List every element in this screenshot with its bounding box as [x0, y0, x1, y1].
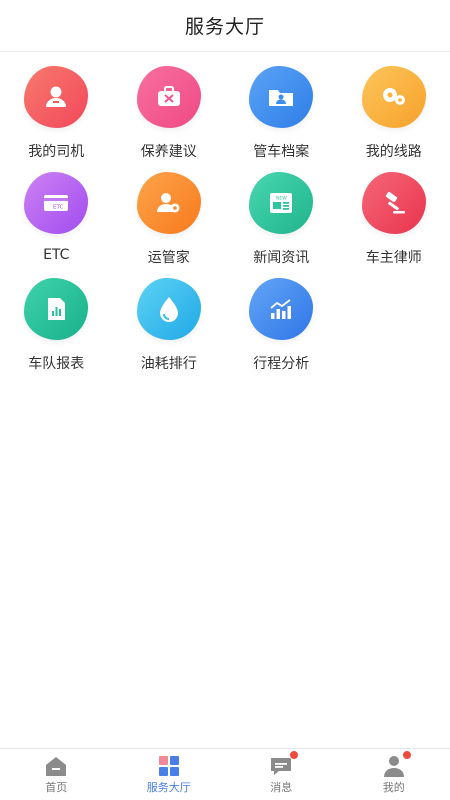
service-fleet-report[interactable]: 车队报表 — [0, 278, 113, 384]
service-vehicle-archive[interactable]: 管车档案 — [225, 66, 338, 172]
grid-icon — [157, 755, 181, 777]
tab-messages[interactable]: 消息 — [225, 749, 338, 800]
report-icon — [24, 278, 89, 340]
service-label: 新闻资讯 — [253, 250, 310, 266]
service-maintenance[interactable]: 保养建议 — [113, 66, 226, 172]
svg-text:ETC: ETC — [53, 205, 64, 211]
bottom-tab-bar: 首页 服务大厅 消息 我的 — [0, 748, 450, 800]
toolbox-icon — [136, 66, 201, 128]
service-yunguanjia[interactable]: 运管家 — [113, 172, 226, 278]
service-etc[interactable]: ETC ETC — [0, 172, 113, 278]
message-icon — [269, 749, 300, 777]
page-title: 服务大厅 — [184, 16, 265, 38]
folder-icon — [249, 66, 314, 128]
tab-home[interactable]: 首页 — [0, 749, 113, 800]
service-my-route[interactable]: 我的线路 — [338, 66, 450, 172]
service-news[interactable]: NEW 新闻资讯 — [225, 172, 338, 278]
service-label: 车主律师 — [365, 250, 422, 266]
service-label: ETC — [43, 247, 70, 263]
fuel-drop-icon — [136, 278, 201, 340]
service-lawyer[interactable]: 车主律师 — [338, 172, 450, 278]
service-label: 行程分析 — [253, 356, 310, 372]
service-label: 保养建议 — [140, 144, 197, 160]
etc-card-icon: ETC — [24, 172, 89, 234]
tab-label: 首页 — [45, 780, 68, 794]
service-trip-analysis[interactable]: 行程分析 — [225, 278, 338, 384]
service-label: 运管家 — [147, 250, 190, 266]
service-label: 我的线路 — [365, 144, 422, 160]
home-icon — [44, 755, 68, 777]
profile-badge — [401, 749, 412, 760]
service-my-driver[interactable]: 我的司机 — [0, 66, 113, 172]
manager-icon — [136, 172, 201, 234]
route-icon — [361, 66, 426, 128]
service-grid: 我的司机 保养建议 管车档案 我的线路 ETC ETC 运管家 NEW 新闻资讯… — [0, 66, 450, 384]
tab-label: 服务大厅 — [146, 780, 191, 794]
service-label: 车队报表 — [28, 356, 85, 372]
gavel-icon — [361, 172, 426, 234]
tab-profile[interactable]: 我的 — [338, 749, 450, 800]
tab-label: 消息 — [270, 780, 293, 794]
tab-service-hall[interactable]: 服务大厅 — [113, 749, 226, 800]
service-label: 我的司机 — [28, 144, 85, 160]
service-label: 管车档案 — [253, 144, 310, 160]
driver-icon — [24, 66, 89, 128]
header-bar: 服务大厅 — [0, 0, 450, 52]
service-label: 油耗排行 — [140, 356, 197, 372]
svg-text:NEW: NEW — [276, 196, 287, 202]
chart-icon — [249, 278, 314, 340]
news-icon: NEW — [249, 172, 314, 234]
tab-label: 我的 — [382, 780, 405, 794]
message-badge — [289, 749, 300, 760]
service-fuel-ranking[interactable]: 油耗排行 — [113, 278, 226, 384]
profile-icon — [382, 749, 412, 777]
